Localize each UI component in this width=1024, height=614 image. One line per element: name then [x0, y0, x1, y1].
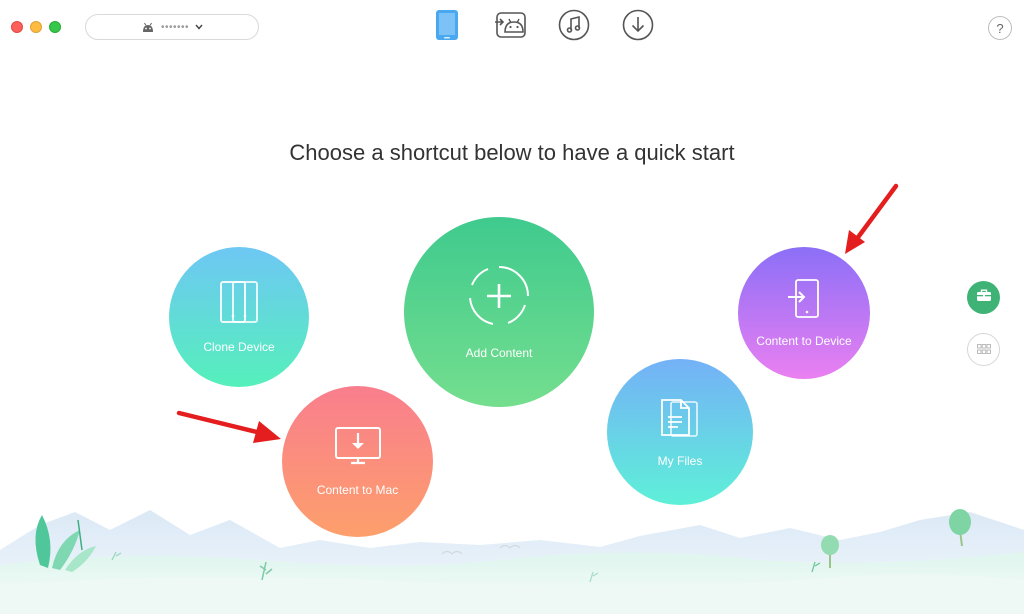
annotation-arrow-content-to-device — [845, 183, 899, 254]
toolbar-device-manager-button[interactable] — [430, 9, 464, 46]
device-name: ••••••• — [160, 21, 189, 33]
title-bar: ••••••• ? — [0, 0, 1024, 56]
documents-icon — [659, 397, 701, 444]
download-icon — [622, 9, 654, 46]
phone-icon — [435, 9, 459, 46]
window-minimize-button[interactable] — [30, 21, 42, 33]
toolbox-button[interactable] — [967, 281, 1000, 314]
clone-phones-icon — [219, 280, 259, 330]
window-maximize-button[interactable] — [49, 21, 61, 33]
add-content-shortcut[interactable]: Add Content — [404, 217, 594, 407]
chevron-down-icon — [195, 24, 203, 30]
window-close-button[interactable] — [11, 21, 23, 33]
grid-icon — [976, 341, 991, 359]
music-note-icon — [558, 9, 590, 46]
android-icon — [141, 22, 155, 33]
toolbar-audio-manager-button[interactable] — [557, 9, 591, 46]
landscape-illustration — [0, 509, 1024, 614]
grid-view-button[interactable] — [967, 333, 1000, 366]
add-content-label: Add Content — [465, 345, 533, 360]
help-button[interactable]: ? — [988, 16, 1012, 40]
my-files-label: My Files — [657, 453, 703, 468]
toolbox-icon — [976, 289, 992, 307]
my-files-shortcut[interactable]: My Files — [607, 359, 753, 505]
annotation-arrow-content-to-mac — [176, 410, 281, 443]
android-transfer-icon — [495, 10, 527, 45]
clone-device-label: Clone Device — [203, 339, 275, 354]
toolbar-downloader-button[interactable] — [621, 9, 655, 46]
phone-import-icon — [786, 278, 822, 324]
help-label: ? — [996, 20, 1004, 36]
page-heading: Choose a shortcut below to have a quick … — [289, 140, 735, 165]
plus-circle-icon — [468, 265, 530, 332]
toolbar-android-mover-button[interactable] — [494, 10, 528, 44]
content-to-device-label: Content to Device — [756, 333, 852, 348]
clone-device-shortcut[interactable]: Clone Device — [169, 247, 309, 387]
device-selector[interactable]: ••••••• — [85, 14, 259, 40]
content-to-device-shortcut[interactable]: Content to Device — [738, 247, 870, 379]
monitor-download-icon — [334, 426, 382, 473]
